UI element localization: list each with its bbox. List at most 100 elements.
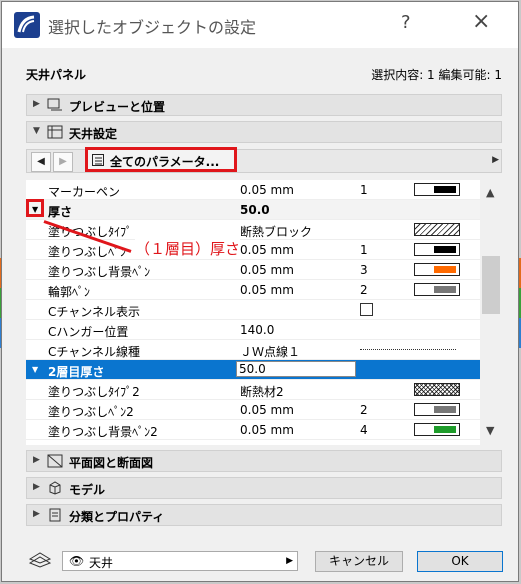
pen-color-fill bbox=[434, 426, 456, 433]
section-model[interactable]: ▶ モデル bbox=[26, 477, 502, 499]
annotation-highlight-box bbox=[26, 199, 44, 217]
param-value[interactable]: 0.05 mm bbox=[240, 423, 294, 437]
model-cube-icon bbox=[49, 481, 61, 495]
param-row[interactable]: Cチャンネル線種 ＪＷ点線１ bbox=[26, 340, 480, 360]
param-pen-number[interactable]: 3 bbox=[360, 263, 368, 277]
param-name: 塗りつぶしﾀｲﾌﾟ2 bbox=[48, 385, 140, 399]
param-value[interactable]: 断熱材2 bbox=[240, 383, 284, 400]
line-type-preview bbox=[360, 349, 456, 350]
param-scrollbar[interactable]: ▲ ▼ bbox=[480, 180, 502, 445]
param-table: マーカーペン 0.05 mm 1 ▼ 厚さ 50.0 塗りつぶしﾀｲﾌﾟ 断熱ブロック 塗りつぶ… bbox=[26, 180, 480, 445]
close-button[interactable]: × bbox=[472, 9, 490, 34]
param-name: 塗りつぶしﾍﾟﾝ2 bbox=[48, 405, 134, 419]
param-name: マーカーペン bbox=[48, 185, 121, 199]
title-bar: 選択したオブジェクトの設定 ? × bbox=[2, 2, 518, 48]
param-row[interactable]: 塗りつぶしﾀｲﾌﾟ2 断熱材2 bbox=[26, 380, 480, 400]
param-row[interactable]: マーカーペン 0.05 mm 1 bbox=[26, 180, 480, 200]
param-value[interactable]: 断熱ブロック bbox=[240, 223, 312, 240]
section-preview[interactable]: ▶ プレビューと位置 bbox=[26, 94, 502, 116]
cancel-button[interactable]: キャンセル bbox=[315, 551, 403, 572]
list-icon bbox=[92, 154, 104, 166]
collapse-arrow-icon[interactable]: ▼ bbox=[32, 365, 38, 374]
all-params-button[interactable]: 全てのパラメータ... bbox=[85, 147, 237, 172]
expand-arrow-icon: ▶ bbox=[33, 482, 40, 492]
param-name: 厚さ bbox=[48, 205, 73, 219]
pen-swatch[interactable] bbox=[414, 423, 460, 436]
scroll-up-icon[interactable]: ▲ bbox=[486, 186, 494, 199]
param-row[interactable]: 輪郭ﾍﾟﾝ 0.05 mm 2 bbox=[26, 280, 480, 300]
preview-icon bbox=[47, 98, 62, 111]
pen-swatch[interactable] bbox=[414, 283, 460, 296]
param-row[interactable]: ▼ 2層目厚さ 50.0 bbox=[26, 360, 480, 380]
param-pen-number[interactable]: 2 bbox=[360, 283, 368, 297]
fill-pattern-swatch[interactable] bbox=[414, 383, 460, 396]
panel-name: 天井パネル bbox=[26, 68, 87, 82]
param-row[interactable]: Cハンガー位置 140.0 bbox=[26, 320, 480, 340]
param-value[interactable]: 140.0 bbox=[240, 323, 274, 337]
eye-icon: 👁 bbox=[69, 554, 85, 568]
nav-back-button[interactable]: ◀ bbox=[31, 152, 51, 172]
help-button[interactable]: ? bbox=[401, 12, 411, 33]
param-value[interactable]: 0.05 mm bbox=[240, 243, 294, 257]
expand-arrow-icon: ▶ bbox=[33, 509, 40, 519]
pen-color-fill bbox=[434, 186, 456, 193]
section-label: 分類とプロパティ bbox=[69, 510, 165, 524]
param-pen-number[interactable]: 4 bbox=[360, 423, 368, 437]
param-pen-number[interactable]: 1 bbox=[360, 243, 368, 257]
param-pen-number[interactable]: 2 bbox=[360, 403, 368, 417]
scroll-down-icon[interactable]: ▼ bbox=[486, 424, 494, 437]
pen-swatch[interactable] bbox=[414, 243, 460, 256]
section-plan-section[interactable]: ▶ 平面図と断面図 bbox=[26, 450, 502, 472]
ok-button[interactable]: OK bbox=[417, 551, 503, 572]
pen-color-fill bbox=[434, 266, 456, 273]
param-value-input[interactable]: 50.0 bbox=[236, 361, 356, 377]
annotation-text: （１層目）厚さ bbox=[135, 238, 241, 259]
param-name: Cハンガー位置 bbox=[48, 325, 129, 339]
param-row[interactable]: 塗りつぶしﾍﾟﾝ 0.05 mm 1 bbox=[26, 240, 480, 260]
layer-label: 天井 bbox=[89, 556, 114, 570]
param-row[interactable]: ▼ 厚さ 50.0 bbox=[26, 200, 480, 220]
layer-dropdown[interactable]: 👁 天井 ▶ bbox=[62, 551, 298, 571]
param-value[interactable]: 0.05 mm bbox=[240, 403, 294, 417]
settings-dialog: 選択したオブジェクトの設定 ? × 天井パネル 選択内容: 1 編集可能: 1 … bbox=[1, 1, 519, 582]
nav-right-arrow-icon[interactable]: ▶ bbox=[492, 155, 499, 165]
pen-swatch[interactable] bbox=[414, 403, 460, 416]
param-name: Cチャンネル表示 bbox=[48, 305, 141, 319]
app-logo-icon bbox=[14, 12, 40, 38]
param-navbar: ◀ ▶ 全てのパラメータ... ▶ bbox=[26, 147, 502, 173]
param-pen-number[interactable]: 1 bbox=[360, 183, 368, 197]
pen-color-fill bbox=[434, 246, 456, 253]
param-value[interactable]: ＪＷ点線１ bbox=[240, 343, 300, 360]
dropdown-arrow-icon: ▶ bbox=[286, 556, 293, 566]
param-value[interactable]: 0.05 mm bbox=[240, 263, 294, 277]
pen-color-fill bbox=[434, 286, 456, 293]
plan-section-icon bbox=[47, 454, 63, 468]
param-name: 2層目厚さ bbox=[48, 365, 105, 379]
param-name: 塗りつぶし背景ﾍﾟﾝ bbox=[48, 265, 151, 279]
param-value[interactable]: 0.05 mm bbox=[240, 283, 294, 297]
param-row[interactable]: 塗りつぶし背景ﾍﾟﾝ2 0.05 mm 4 bbox=[26, 420, 480, 440]
pen-swatch[interactable] bbox=[414, 263, 460, 276]
expand-arrow-icon: ▶ bbox=[33, 99, 40, 109]
scroll-thumb[interactable] bbox=[482, 256, 500, 314]
pen-swatch[interactable] bbox=[414, 183, 460, 196]
param-row[interactable]: Cチャンネル表示 bbox=[26, 300, 480, 320]
param-row[interactable]: 塗りつぶし背景ﾍﾟﾝ 0.05 mm 3 bbox=[26, 260, 480, 280]
section-classification[interactable]: ▶ 分類とプロパティ bbox=[26, 504, 502, 526]
checkbox[interactable] bbox=[360, 303, 373, 316]
section-label: 天井設定 bbox=[69, 127, 118, 141]
all-params-label: 全てのパラメータ... bbox=[110, 155, 220, 169]
nav-forward-button[interactable]: ▶ bbox=[53, 152, 73, 172]
param-value[interactable]: 0.05 mm bbox=[240, 183, 294, 197]
collapse-arrow-icon: ▼ bbox=[33, 126, 40, 136]
param-name: 輪郭ﾍﾟﾝ bbox=[48, 285, 91, 299]
layer-icon bbox=[28, 552, 52, 568]
section-ceiling-settings[interactable]: ▼ 天井設定 bbox=[26, 121, 502, 143]
param-row[interactable]: 塗りつぶしﾍﾟﾝ2 0.05 mm 2 bbox=[26, 400, 480, 420]
dialog-title: 選択したオブジェクトの設定 bbox=[48, 18, 257, 37]
expand-arrow-icon: ▶ bbox=[33, 455, 40, 465]
section-label: プレビューと位置 bbox=[69, 100, 166, 114]
param-value[interactable]: 50.0 bbox=[240, 203, 270, 217]
fill-pattern-swatch[interactable] bbox=[414, 223, 460, 236]
section-label: 平面図と断面図 bbox=[69, 456, 154, 470]
